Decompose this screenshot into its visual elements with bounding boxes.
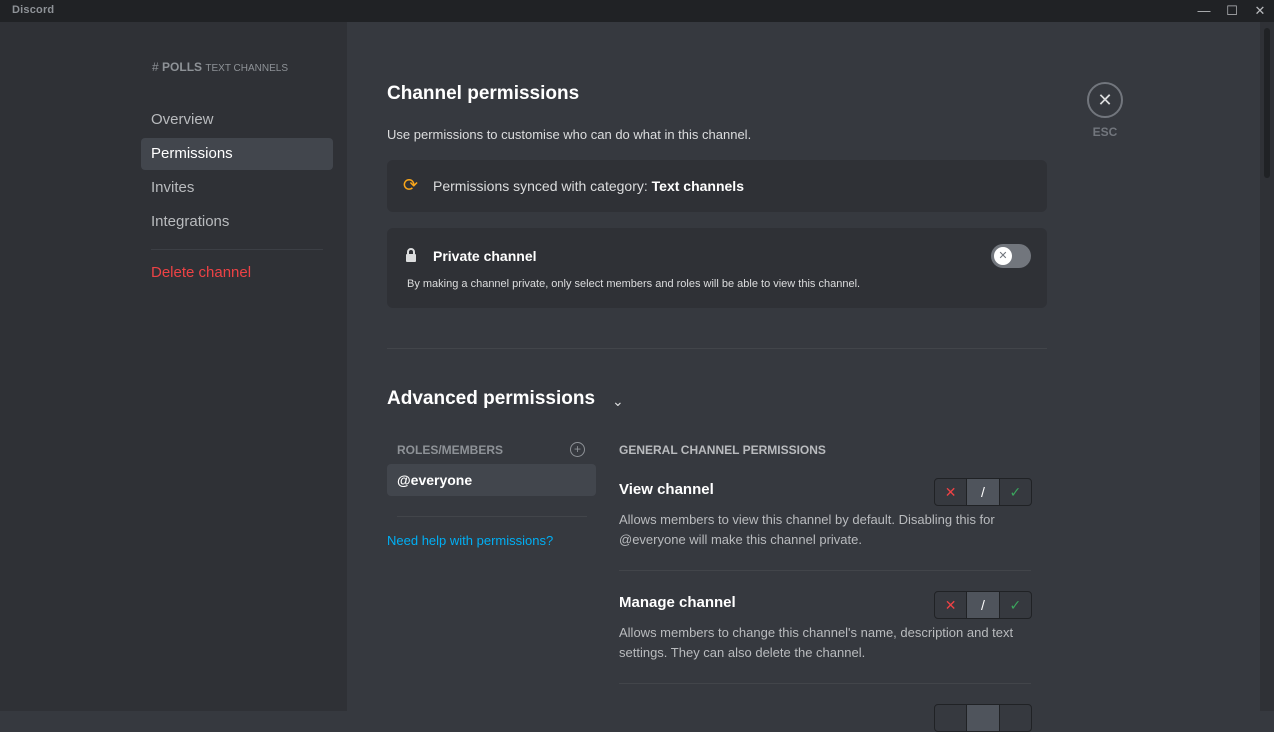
permission-divider — [619, 570, 1031, 571]
permission-tristate-partial — [934, 704, 1032, 732]
scrollbar-thumb[interactable] — [1264, 28, 1270, 178]
permission-divider — [619, 683, 1031, 684]
allow-icon[interactable] — [1000, 705, 1031, 731]
permission-name: View channel — [619, 481, 714, 498]
permission-tristate-view-channel: ✕ / ✓ — [934, 478, 1032, 506]
maximize-button[interactable]: ☐ — [1218, 0, 1246, 22]
permission-tristate-manage-channel: ✕ / ✓ — [934, 591, 1032, 619]
scrollbar[interactable] — [1260, 22, 1274, 711]
toggle-off-icon: ✕ — [994, 247, 1012, 265]
private-channel-title: Private channel — [433, 248, 537, 264]
sync-category: Text channels — [651, 178, 744, 194]
close-icon[interactable]: ✕ — [1087, 82, 1123, 118]
allow-icon[interactable]: ✓ — [1000, 592, 1031, 618]
page-description: Use permissions to customise who can do … — [387, 127, 752, 142]
permission-description: Allows members to change this channel's … — [619, 625, 1014, 660]
lock-icon — [405, 248, 417, 268]
minimize-button[interactable]: — — [1190, 0, 1218, 22]
title-bar: Discord — ☐ ✕ — [0, 0, 1274, 22]
permission-description: Allows members to view this channel by d… — [619, 512, 995, 547]
sidebar-item-integrations[interactable]: Integrations — [141, 206, 333, 238]
category-name: TEXT CHANNELS — [205, 63, 289, 74]
add-role-icon[interactable]: + — [570, 442, 585, 457]
deny-icon[interactable]: ✕ — [935, 479, 966, 505]
neutral-icon[interactable]: / — [966, 592, 1000, 618]
delete-channel-button[interactable]: Delete channel — [141, 257, 333, 289]
chevron-down-icon[interactable]: ⌄ — [612, 393, 624, 410]
neutral-icon[interactable] — [966, 705, 1000, 731]
hash-icon: # — [152, 60, 159, 74]
close-settings[interactable]: ✕ ESC — [1087, 82, 1123, 139]
permission-name: Manage channel — [619, 594, 736, 611]
main-content — [347, 22, 1260, 711]
sidebar-item-invites[interactable]: Invites — [141, 172, 333, 204]
permission-section-header: GENERAL CHANNEL PERMISSIONS — [619, 443, 826, 457]
help-permissions-link[interactable]: Need help with permissions? — [387, 533, 553, 548]
page-title: Channel permissions — [387, 83, 580, 104]
esc-label: ESC — [1092, 125, 1118, 139]
deny-icon[interactable]: ✕ — [935, 592, 966, 618]
sync-text: Permissions synced with category: Text c… — [433, 178, 744, 194]
advanced-permissions-title[interactable]: Advanced permissions — [387, 388, 595, 410]
role-everyone[interactable]: @everyone — [387, 464, 596, 496]
close-window-button[interactable]: ✕ — [1246, 0, 1274, 22]
sync-icon: ⟳ — [403, 175, 419, 195]
roles-members-header: ROLES/MEMBERS — [397, 443, 504, 457]
sidebar-divider — [151, 249, 323, 250]
allow-icon[interactable]: ✓ — [1000, 479, 1031, 505]
private-channel-description: By making a channel private, only select… — [407, 278, 861, 290]
app-name: Discord — [12, 4, 55, 16]
sidebar-item-overview[interactable]: Overview — [141, 104, 333, 136]
sidebar-item-permissions[interactable]: Permissions — [141, 138, 333, 170]
deny-icon[interactable] — [935, 705, 966, 731]
channel-name: POLLS — [162, 60, 203, 74]
private-channel-card: Private channel By making a channel priv… — [387, 228, 1047, 308]
private-channel-toggle[interactable]: ✕ — [991, 244, 1031, 268]
section-divider — [387, 348, 1047, 349]
sync-card: ⟳ Permissions synced with category: Text… — [387, 160, 1047, 212]
neutral-icon[interactable]: / — [966, 479, 1000, 505]
roles-divider — [397, 516, 587, 517]
sidebar-header: # POLLS TEXT CHANNELS — [152, 60, 288, 74]
